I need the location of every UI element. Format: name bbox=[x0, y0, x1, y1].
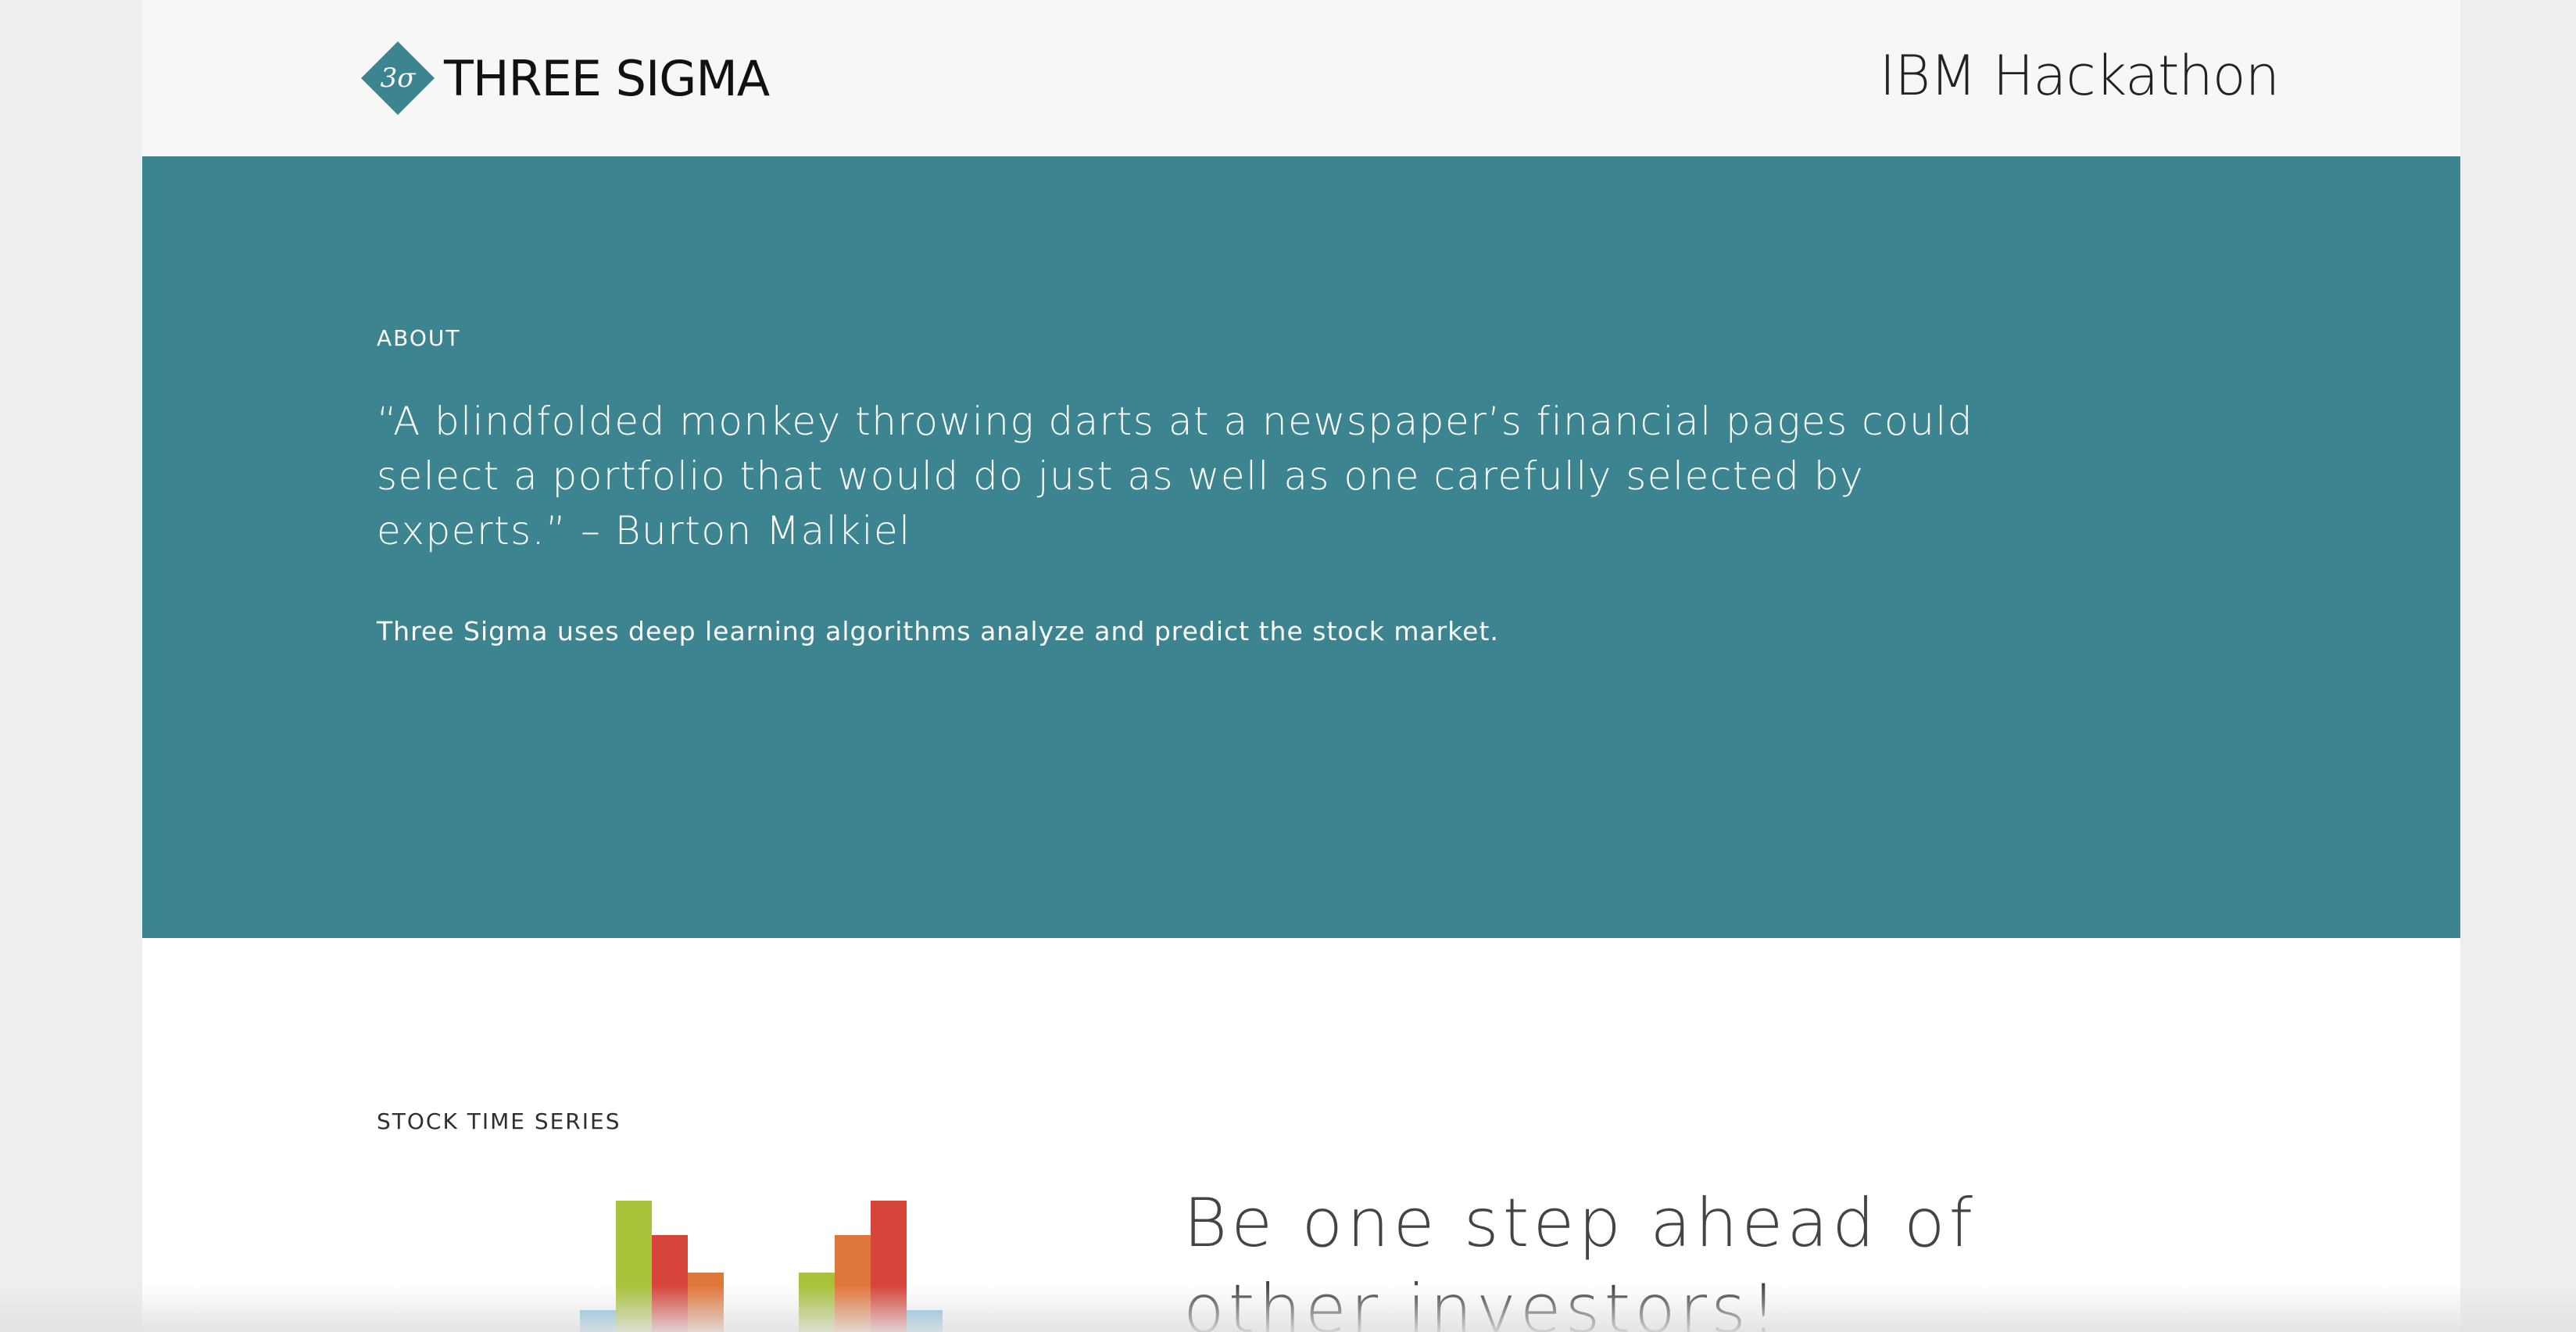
illustration-bar bbox=[799, 1273, 835, 1332]
svg-text:3σ: 3σ bbox=[381, 63, 417, 94]
illustration-bar bbox=[835, 1235, 871, 1332]
about-description: Three Sigma uses deep learning algorithm… bbox=[377, 616, 1499, 646]
about-label: ABOUT bbox=[377, 325, 461, 351]
brand-name: THREE SIGMA bbox=[444, 49, 770, 107]
page: 3σ THREE SIGMA IBM Hackathon ABOUT “A bl… bbox=[142, 0, 2460, 1332]
about-quote: “A blindfolded monkey throwing darts at … bbox=[377, 399, 1973, 553]
diamond-logo-icon: 3σ bbox=[361, 41, 435, 115]
illustration-bar bbox=[688, 1273, 724, 1332]
about-section: ABOUT “A blindfolded monkey throwing dar… bbox=[142, 156, 2460, 938]
top-nav-bar: 3σ THREE SIGMA IBM Hackathon bbox=[142, 0, 2460, 156]
stock-time-series-section: STOCK TIME SERIES Be one step ahead of o… bbox=[142, 938, 2460, 1332]
illustration-bar bbox=[907, 1310, 943, 1332]
illustration-bar bbox=[580, 1310, 616, 1332]
illustration-bar bbox=[616, 1201, 652, 1332]
headline: Be one step ahead of other investors! bbox=[1183, 1184, 1977, 1332]
bar-chart-illustration bbox=[580, 1173, 1049, 1332]
event-title: IBM Hackathon bbox=[1879, 44, 2280, 108]
stock-time-series-label: STOCK TIME SERIES bbox=[377, 1108, 621, 1134]
illustration-bar bbox=[871, 1201, 907, 1332]
illustration-bar bbox=[652, 1235, 688, 1332]
brand-logo-link[interactable]: 3σ THREE SIGMA bbox=[361, 41, 770, 116]
